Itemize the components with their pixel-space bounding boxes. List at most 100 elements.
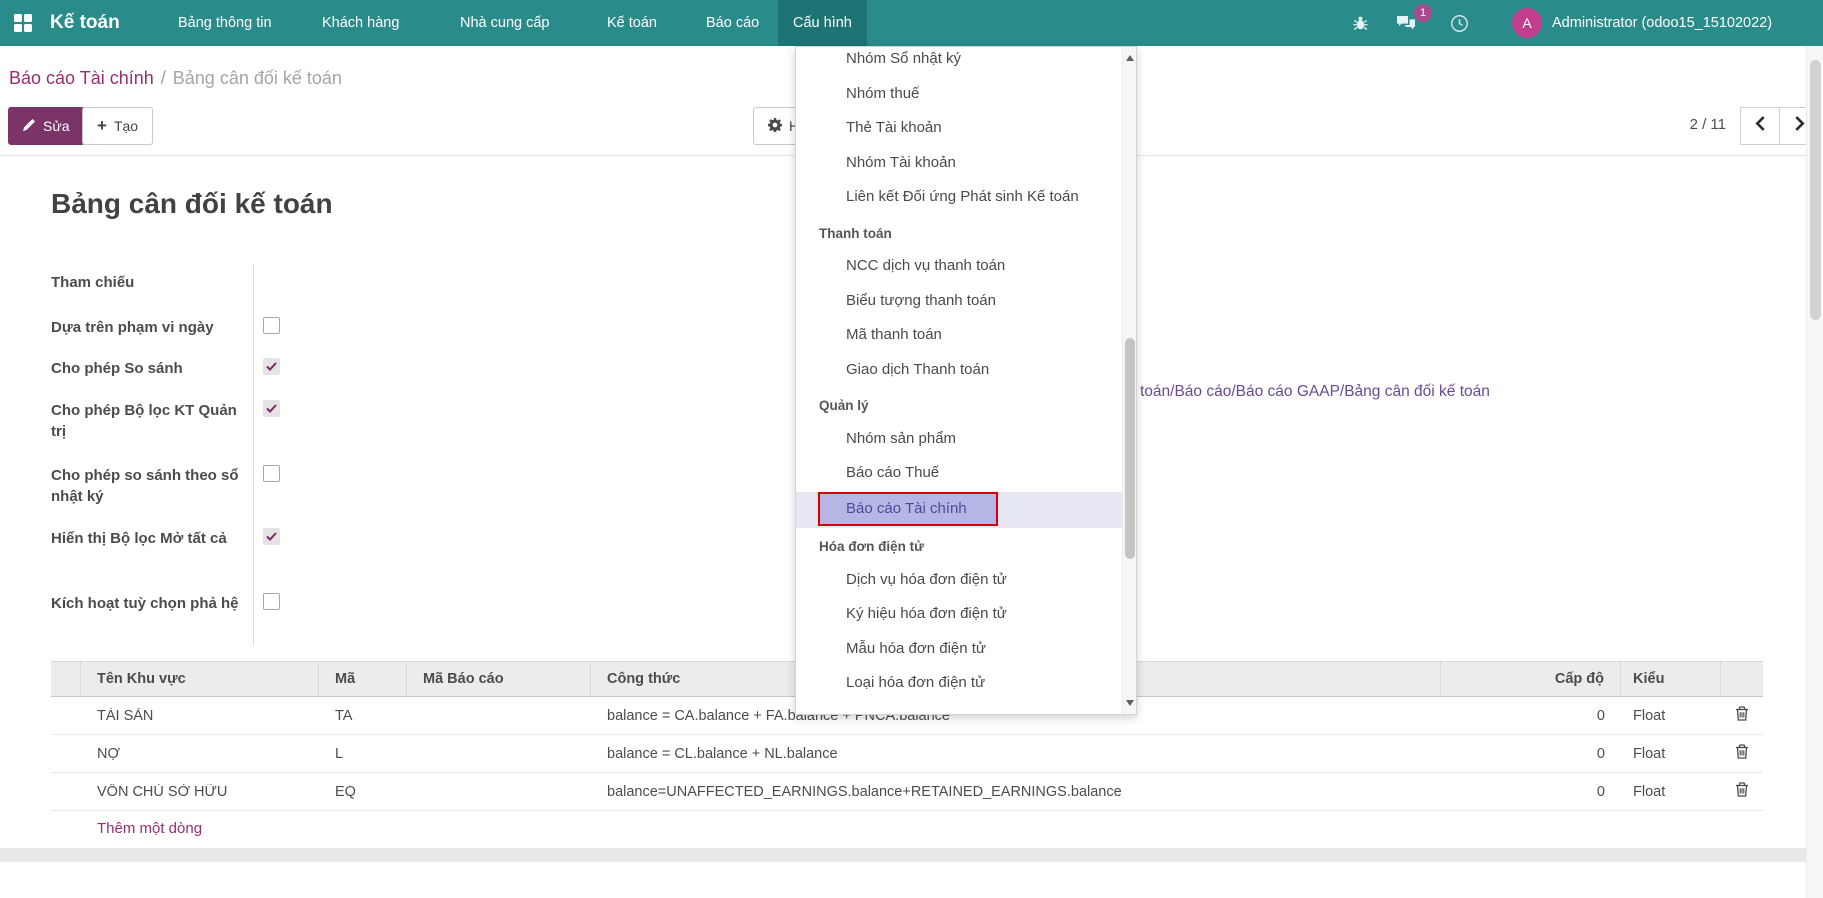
cell-formula[interactable]: balance=UNAFFECTED_EARNINGS.balance+RETA… — [591, 784, 1441, 800]
gear-icon — [768, 118, 782, 135]
cell-type[interactable]: Float — [1621, 784, 1721, 800]
checkbox-hierarchy-option[interactable] — [263, 593, 280, 610]
pager-value: 2 / 11 — [1656, 116, 1726, 133]
menu-item-financial-reports-highlighted[interactable]: Báo cáo Tài chính — [796, 492, 1124, 529]
checkbox-date-range[interactable] — [263, 317, 280, 334]
nav-item-dashboard[interactable]: Bảng thông tin — [163, 0, 287, 46]
menu-item-einvoice-types[interactable]: Loại hóa đơn điện tử — [796, 666, 1124, 701]
app-brand[interactable]: Kế toán — [50, 0, 120, 46]
pager-previous-button[interactable] — [1740, 107, 1780, 145]
checkbox-journal-comparison[interactable] — [263, 465, 280, 482]
delete-row-button[interactable] — [1721, 782, 1763, 801]
menu-item-account-groups[interactable]: Nhóm Tài khoản — [796, 146, 1124, 181]
cell-code[interactable]: L — [319, 746, 407, 762]
menu-item-tax-reports[interactable]: Báo cáo Thuế — [796, 456, 1124, 491]
menu-item-einvoice-services[interactable]: Dịch vụ hóa đơn điện tử — [796, 563, 1124, 598]
table-row[interactable]: VỐN CHỦ SỞ HỮU EQ balance=UNAFFECTED_EAR… — [51, 773, 1763, 811]
cell-code[interactable]: TA — [319, 708, 407, 724]
checkbox-unfold-filter[interactable] — [263, 528, 280, 545]
field-label-comparison: Cho phép So sánh — [51, 358, 251, 379]
apps-grid-icon[interactable] — [14, 14, 32, 32]
plus-icon: + — [97, 116, 107, 136]
column-header-report-code[interactable]: Mã Báo cáo — [407, 662, 591, 696]
cell-name[interactable]: NỢ — [81, 746, 319, 762]
add-line-row: Thêm một dòng — [51, 811, 1763, 847]
chevron-right-icon — [1794, 116, 1805, 136]
column-header-level[interactable]: Cấp độ — [1441, 662, 1621, 696]
chevron-left-icon — [1755, 116, 1766, 136]
menu-item-payment-providers[interactable]: NCC dịch vụ thanh toán — [796, 249, 1124, 284]
menu-item-product-categories[interactable]: Nhóm sản phẩm — [796, 422, 1124, 457]
field-label-hierarchy-option: Kích hoạt tuỳ chọn phả hệ — [51, 593, 251, 614]
debug-bug-icon[interactable] — [1352, 0, 1369, 46]
cell-name[interactable]: VỐN CHỦ SỞ HỮU — [81, 784, 319, 800]
form-separator — [253, 264, 254, 646]
pencil-icon — [23, 118, 36, 134]
menu-item-payment-tokens[interactable]: Mã thanh toán — [796, 318, 1124, 353]
cell-level[interactable]: 0 — [1441, 708, 1621, 724]
field-label-date-range: Dựa trên phạm vi ngày — [51, 317, 251, 338]
user-avatar[interactable]: A — [1512, 8, 1542, 38]
financial-reports-highlight-box[interactable]: Báo cáo Tài chính — [818, 492, 998, 526]
nav-item-reporting[interactable]: Báo cáo — [691, 0, 774, 46]
nav-item-configuration[interactable]: Cấu hình — [778, 0, 867, 46]
breadcrumb-current: Bảng cân đối kế toán — [173, 68, 342, 88]
menu-path-link[interactable]: toán/Báo cáo/Báo cáo GAAP/Bảng cân đối k… — [1140, 383, 1490, 401]
column-header-name[interactable]: Tên Khu vực — [81, 662, 319, 696]
cell-type[interactable]: Float — [1621, 708, 1721, 724]
messages-chat-icon[interactable] — [1396, 0, 1416, 46]
scroll-down-arrow-icon[interactable] — [1126, 700, 1134, 706]
menu-item-reconciliation-models[interactable]: Liên kết Đối ứng Phát sinh Kế toán — [796, 180, 1124, 215]
add-line-link[interactable]: Thêm một dòng — [51, 820, 202, 837]
table-row[interactable]: NỢ L balance = CL.balance + NL.balance 0… — [51, 735, 1763, 773]
delete-column-header — [1721, 662, 1763, 696]
configuration-dropdown-menu: Nhóm Sổ nhật ký Nhóm thuế Thẻ Tài khoản … — [795, 46, 1137, 715]
checkbox-comparison[interactable] — [263, 358, 280, 375]
menu-item-journal-groups[interactable]: Nhóm Sổ nhật ký — [796, 46, 1124, 77]
handle-column-header — [51, 662, 81, 696]
nav-item-customers[interactable]: Khách hàng — [307, 0, 414, 46]
dropdown-scrollbar-thumb[interactable] — [1125, 338, 1135, 559]
page: Kế toán Bảng thông tin Khách hàng Nhà cu… — [0, 0, 1823, 898]
nav-item-accounting[interactable]: Kế toán — [592, 0, 672, 46]
page-scrollbar-thumb[interactable] — [1810, 60, 1821, 320]
user-menu[interactable]: Administrator (odoo15_15102022) — [1552, 0, 1772, 46]
sheet-bottom-band — [0, 848, 1806, 862]
menu-item-payment-transactions[interactable]: Giao dịch Thanh toán — [796, 353, 1124, 388]
menu-section-e-invoice: Hóa đơn điện tử — [796, 528, 1124, 563]
cell-type[interactable]: Float — [1621, 746, 1721, 762]
record-title: Bảng cân đối kế toán — [51, 188, 333, 220]
menu-item-account-tags[interactable]: Thẻ Tài khoản — [796, 111, 1124, 146]
edit-button[interactable]: Sửa — [8, 107, 85, 145]
menu-section-payments: Thanh toán — [796, 215, 1124, 250]
create-button[interactable]: + Tạo — [82, 107, 153, 145]
dropdown-scrollbar[interactable] — [1122, 47, 1136, 714]
menu-item-einvoice-symbols[interactable]: Ký hiệu hóa đơn điện tử — [796, 597, 1124, 632]
checkbox-analytic-filter[interactable] — [263, 400, 280, 417]
nav-item-vendors[interactable]: Nhà cung cấp — [445, 0, 564, 46]
cell-level[interactable]: 0 — [1441, 746, 1621, 762]
page-scrollbar[interactable] — [1806, 46, 1823, 898]
message-count-badge: 1 — [1414, 4, 1432, 22]
column-header-code[interactable]: Mã — [319, 662, 407, 696]
activities-clock-icon[interactable] — [1450, 0, 1469, 46]
menu-item-einvoice-templates[interactable]: Mẫu hóa đơn điện tử — [796, 632, 1124, 667]
edit-button-label: Sửa — [43, 118, 70, 134]
menu-section-management: Quản lý — [796, 387, 1124, 422]
breadcrumb-separator: / — [154, 68, 173, 88]
scroll-up-arrow-icon[interactable] — [1126, 55, 1134, 61]
breadcrumb: Báo cáo Tài chính/Bảng cân đối kế toán — [9, 68, 342, 89]
top-navbar: Kế toán Bảng thông tin Khách hàng Nhà cu… — [0, 0, 1823, 46]
cell-level[interactable]: 0 — [1441, 784, 1621, 800]
field-label-journal-comparison: Cho phép so sánh theo sổ nhật ký — [51, 465, 251, 507]
delete-row-button[interactable] — [1721, 706, 1763, 725]
delete-row-button[interactable] — [1721, 744, 1763, 763]
cell-formula[interactable]: balance = CL.balance + NL.balance — [591, 746, 1441, 762]
column-header-type[interactable]: Kiểu — [1621, 662, 1721, 696]
field-label-unfold-filter: Hiển thị Bộ lọc Mở tất cả — [51, 528, 251, 549]
cell-name[interactable]: TÀI SẢN — [81, 708, 319, 724]
menu-item-payment-icons[interactable]: Biểu tượng thanh toán — [796, 284, 1124, 319]
menu-item-tax-groups[interactable]: Nhóm thuế — [796, 77, 1124, 112]
cell-code[interactable]: EQ — [319, 784, 407, 800]
breadcrumb-parent-link[interactable]: Báo cáo Tài chính — [9, 68, 154, 88]
